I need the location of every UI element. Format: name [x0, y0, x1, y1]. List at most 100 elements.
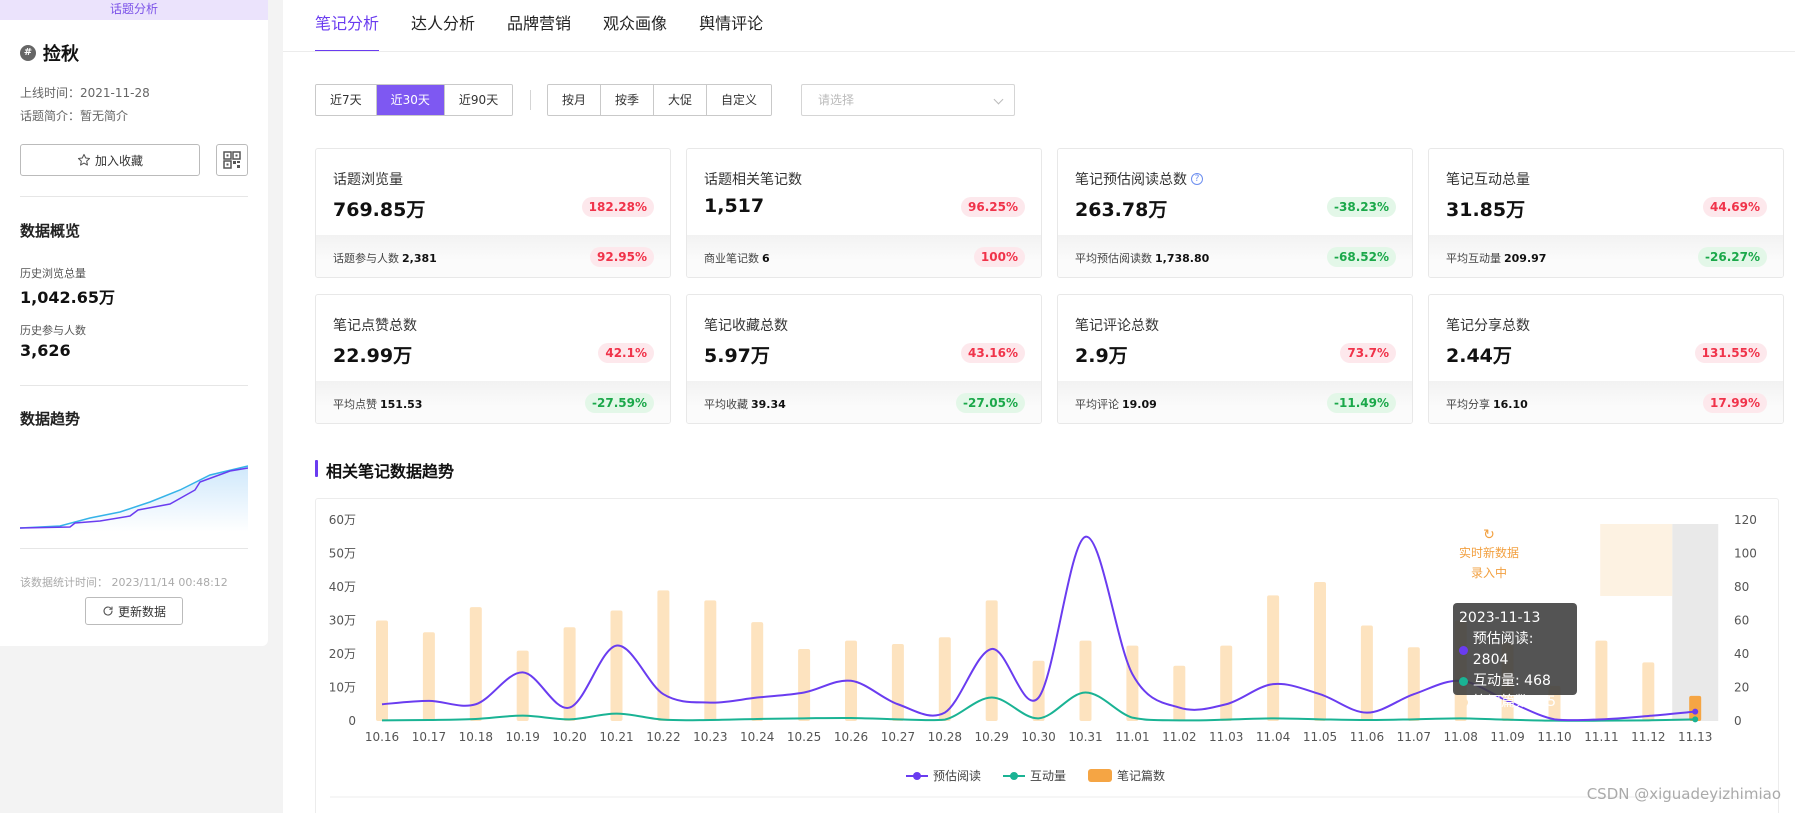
sidebar-divider: [20, 385, 248, 386]
tab-brand-marketing[interactable]: 品牌营销: [507, 0, 571, 52]
x-tick-label: 11.02: [1162, 730, 1196, 744]
sub-change-badge: -68.52%: [1327, 247, 1396, 267]
live-data-indicator: ↻ 实时新数据 录入中: [1457, 525, 1521, 587]
sub-change-badge: -26.27%: [1698, 247, 1767, 267]
sub-change-badge: -27.05%: [956, 393, 1025, 413]
x-tick-label: 10.29: [975, 730, 1009, 744]
y-right-tick-label: 100: [1734, 547, 1757, 561]
range-30d-button[interactable]: 近30天: [376, 85, 445, 115]
x-tick-label: 11.13: [1678, 730, 1712, 744]
chart-legend: 预估阅读 互动量 笔记篇数: [906, 767, 1165, 784]
filter-select[interactable]: 请选择: [801, 84, 1015, 116]
x-tick-label: 10.23: [693, 730, 727, 744]
notes-bar: [610, 610, 623, 721]
x-tick-label: 11.04: [1256, 730, 1290, 744]
tab-influencer-analysis[interactable]: 达人分析: [411, 0, 475, 52]
change-badge: 73.7%: [1340, 343, 1396, 363]
y-left-tick-label: 10万: [329, 681, 356, 695]
card-title: 笔记互动总量: [1446, 172, 1530, 188]
hashtag-icon: #: [20, 45, 36, 61]
change-badge: 43.16%: [961, 343, 1025, 363]
tab-sentiment-comments[interactable]: 舆情评论: [699, 0, 763, 52]
notes-bar: [1126, 645, 1139, 721]
y-left-tick-label: 40万: [329, 580, 356, 594]
y-right-tick-label: 80: [1734, 580, 1749, 594]
line-marker-icon: [1003, 771, 1026, 780]
x-tick-label: 11.09: [1490, 730, 1524, 744]
add-favorite-button[interactable]: 加入收藏: [20, 144, 200, 176]
live-label-1: 实时新数据: [1458, 546, 1519, 560]
x-tick-label: 11.08: [1444, 730, 1478, 744]
live-band: [1672, 524, 1719, 721]
card-title: 笔记评论总数: [1075, 318, 1159, 334]
card-title: 笔记分享总数: [1446, 318, 1530, 334]
chevron-down-icon: [993, 94, 1004, 105]
y-right-tick-label: 120: [1734, 513, 1757, 527]
filter-divider: [530, 90, 531, 110]
notes-bar: [1642, 662, 1655, 721]
period-month-button[interactable]: 按月: [548, 85, 602, 115]
tab-notes-analysis[interactable]: 笔记分析: [315, 0, 380, 52]
tooltip-date: 2023-11-13: [1459, 610, 1541, 626]
period-quarter-button[interactable]: 按季: [601, 85, 655, 115]
notes-bar: [985, 600, 998, 721]
card-value: 31.85万: [1446, 199, 1526, 221]
card-sub-metric: 平均评论 19.09: [1075, 398, 1157, 411]
x-tick-label: 11.05: [1303, 730, 1337, 744]
legend-item-read[interactable]: 预估阅读: [906, 767, 981, 784]
card-title: 话题浏览量: [333, 172, 403, 188]
qr-code-icon: [223, 151, 241, 169]
card-sub-metric: 话题参与人数 2,381: [333, 252, 437, 265]
tab-audience-profile[interactable]: 观众画像: [603, 0, 667, 52]
help-icon[interactable]: ?: [1191, 173, 1203, 185]
line-marker-icon: [906, 771, 928, 780]
card-title: 笔记收藏总数: [704, 318, 788, 334]
add-favorite-label: 加入收藏: [94, 153, 143, 168]
legend-item-interact[interactable]: 互动量: [1003, 767, 1066, 784]
card-sub-metric: 商业笔记数 6: [704, 252, 770, 265]
notes-bar: [422, 632, 435, 721]
sidebar-banner: 话题分析: [0, 0, 268, 20]
period-promo-button[interactable]: 大促: [654, 85, 708, 115]
trend-section-title: 相关笔记数据趋势: [315, 458, 454, 482]
y-right-tick-label: 60: [1734, 614, 1749, 628]
x-tick-label: 10.18: [459, 730, 493, 744]
card-value: 2.9万: [1075, 345, 1128, 367]
y-left-tick-label: 50万: [329, 547, 356, 561]
topic-name: 捡秋: [43, 44, 79, 65]
y-left-tick-label: 20万: [329, 647, 356, 661]
period-custom-button[interactable]: 自定义: [707, 85, 772, 115]
y-right-tick-label: 40: [1734, 647, 1749, 661]
sub-change-badge: 100%: [973, 247, 1025, 267]
change-badge: 96.25%: [961, 197, 1025, 217]
card-sub-metric: 平均收藏 39.34: [704, 398, 786, 411]
stat-time: 该数据统计时间： 2023/11/14 00:48:12: [20, 576, 228, 589]
read-dot-icon: [1459, 645, 1468, 655]
tooltip-read: 预估阅读: 2804: [1472, 631, 1534, 668]
notes-bar: [1314, 581, 1326, 721]
x-tick-label: 11.06: [1350, 730, 1384, 744]
x-tick-label: 10.22: [646, 730, 680, 744]
refresh-data-button[interactable]: 更新数据: [85, 597, 183, 625]
x-tick-label: 10.21: [599, 730, 633, 744]
interact-point: [1692, 716, 1699, 723]
legend-item-notes[interactable]: 笔记篇数: [1088, 767, 1165, 784]
metric-card: 笔记点赞总数 22.99万 42.1% 平均点赞 151.53 -27.59%: [315, 294, 671, 424]
metric-card: 话题浏览量 769.85万 182.28% 话题参与人数 2,381 92.95%: [315, 148, 671, 278]
card-value: 22.99万: [333, 345, 413, 367]
x-tick-label: 10.31: [1068, 730, 1102, 744]
y-left-tick-label: 30万: [329, 614, 356, 628]
qr-code-button[interactable]: [216, 144, 248, 176]
trend-title: 数据趋势: [20, 410, 81, 428]
notes-trend-chart: 0 10万 20万 30万 40万 50万 60万 0 20 40 60 80 100 120 10.16 1…: [315, 498, 1779, 813]
x-tick-label: 10.25: [787, 730, 821, 744]
notes-bar: [1407, 647, 1420, 721]
card-value: 769.85万: [333, 199, 426, 221]
notes-bar: [1360, 625, 1373, 721]
metric-card: 笔记分享总数 2.44万 131.55% 平均分享 16.10 17.99%: [1428, 294, 1784, 424]
x-tick-label: 11.11: [1584, 730, 1618, 744]
range-7d-button[interactable]: 近7天: [316, 85, 377, 115]
change-badge: 44.69%: [1703, 197, 1767, 217]
sync-icon: ↻: [1483, 527, 1495, 543]
range-90d-button[interactable]: 近90天: [444, 85, 513, 115]
